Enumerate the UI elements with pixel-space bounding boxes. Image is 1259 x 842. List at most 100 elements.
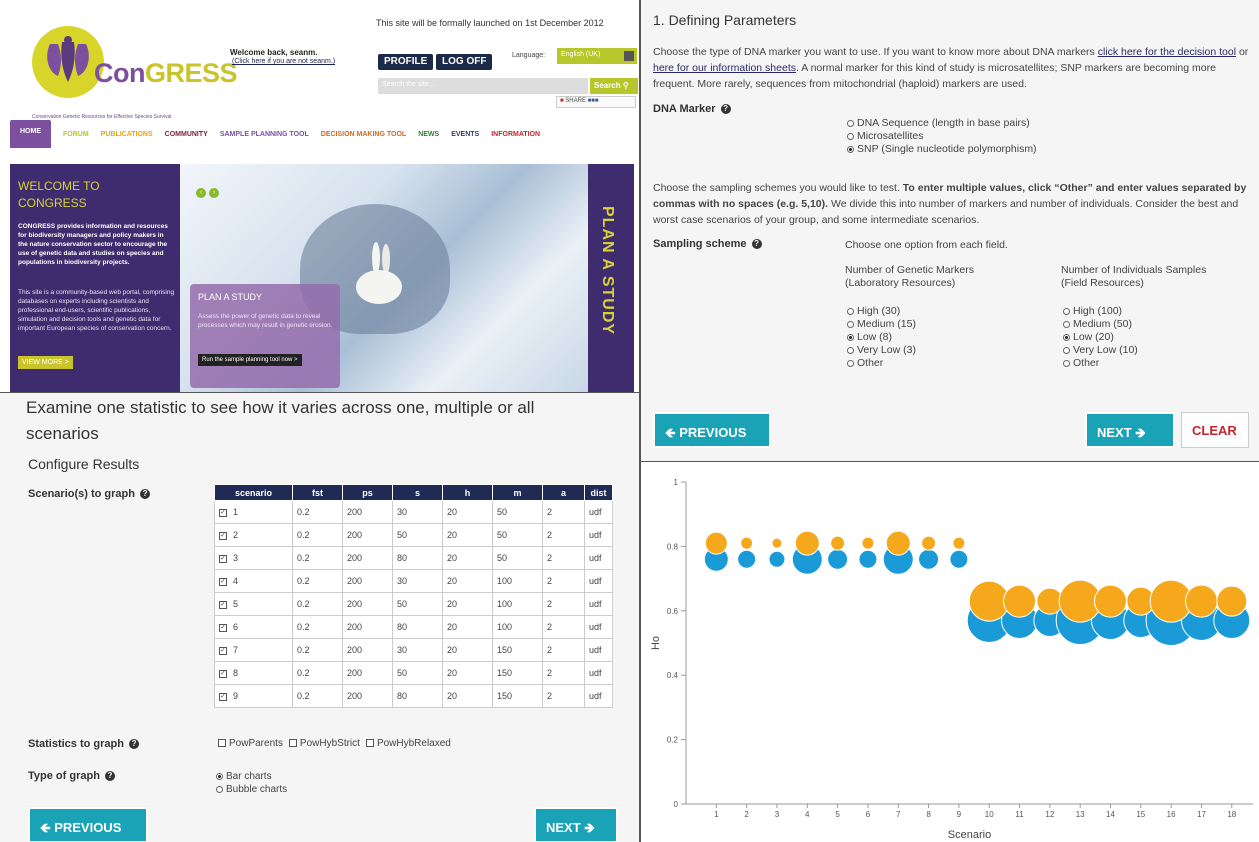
dna-marker-option[interactable]: SNP (Single nucleotide polymorphism)	[847, 143, 1037, 156]
scenario-cell[interactable]: ✓ 8	[214, 661, 293, 685]
nav-item-home[interactable]: HOME	[10, 120, 51, 148]
x-tick-label: 5	[835, 810, 840, 819]
scenario-cell[interactable]: ✓ 6	[214, 615, 293, 639]
nav-item-community[interactable]: COMMUNITY	[165, 131, 208, 138]
chevron-right-icon[interactable]: ›	[209, 188, 219, 198]
logo-wordmark: ConGRESS	[94, 58, 238, 88]
scenario-checkbox[interactable]: ✓	[219, 669, 227, 678]
help-icon[interactable]: ?	[129, 739, 140, 750]
statistic-option-powhybrelaxed[interactable]: PowHybRelaxed	[365, 738, 451, 749]
language-select[interactable]: English (UK)	[557, 48, 637, 64]
statistic-checkbox[interactable]	[365, 739, 374, 748]
x-tick-label: 18	[1227, 810, 1236, 819]
scenario-checkbox[interactable]: ✓	[219, 577, 227, 586]
search-input[interactable]: Search the site...	[378, 78, 588, 94]
markers-radio[interactable]	[847, 320, 854, 328]
graph-type-radio[interactable]	[216, 785, 223, 793]
individuals-radio[interactable]	[1063, 333, 1070, 341]
statistic-option-powhybstrict[interactable]: PowHybStrict	[288, 738, 360, 749]
individuals-radio[interactable]	[1063, 359, 1070, 367]
markers-option[interactable]: Very Low (3)	[847, 344, 916, 357]
column-header-fst[interactable]: fst	[292, 484, 343, 501]
nav-item-news[interactable]: NEWS	[418, 131, 439, 138]
scenario-checkbox[interactable]: ✓	[219, 600, 227, 609]
individuals-option[interactable]: Other	[1063, 357, 1138, 370]
help-icon[interactable]: ?	[720, 104, 731, 115]
markers-option[interactable]: Low (8)	[847, 331, 916, 344]
scenario-checkbox[interactable]: ✓	[219, 554, 227, 563]
scenario-checkbox[interactable]: ✓	[219, 646, 227, 655]
individuals-option[interactable]: High (100)	[1063, 305, 1138, 318]
column-header-scenario[interactable]: scenario	[214, 484, 293, 501]
scenario-cell[interactable]: ✓ 1	[214, 500, 293, 524]
next-button[interactable]: NEXT 🡺	[534, 807, 618, 842]
not-user-link[interactable]: (Click here if you are not seanm.)	[232, 58, 335, 65]
column-header-m[interactable]: m	[492, 484, 543, 501]
lower-bubble	[858, 549, 878, 569]
graph-type-option[interactable]: Bubble charts	[216, 783, 287, 796]
graph-type-radio[interactable]	[216, 772, 223, 780]
column-header-dist[interactable]: dist	[584, 484, 613, 501]
chevron-left-icon[interactable]: ‹	[196, 188, 206, 198]
scenario-cell[interactable]: ✓ 7	[214, 638, 293, 662]
markers-radio[interactable]	[847, 346, 854, 354]
nav-item-events[interactable]: EVENTS	[451, 131, 479, 138]
scenario-cell[interactable]: ✓ 2	[214, 523, 293, 547]
dna-marker-radio[interactable]	[847, 119, 854, 127]
nav-item-sample-planning-tool[interactable]: SAMPLE PLANNING TOOL	[220, 131, 309, 138]
nav-item-publications[interactable]: PUBLICATIONS	[101, 131, 153, 138]
dna-marker-radio[interactable]	[847, 145, 854, 153]
scenario-checkbox[interactable]: ✓	[219, 692, 227, 701]
dna-marker-option[interactable]: Microsatellites	[847, 130, 1037, 143]
view-more-button[interactable]: VIEW MORE >	[18, 356, 73, 369]
scenario-cell[interactable]: ✓ 5	[214, 592, 293, 616]
profile-button[interactable]: PROFILE	[378, 54, 434, 70]
markers-option[interactable]: High (30)	[847, 305, 916, 318]
scenario-cell[interactable]: ✓ 9	[214, 684, 293, 708]
next-button[interactable]: NEXT 🡺	[1085, 412, 1175, 448]
statistic-checkbox[interactable]	[218, 739, 226, 748]
clear-button[interactable]: CLEAR	[1181, 412, 1249, 448]
congress-logo[interactable]: ConGRESS Conservation Genetic Resources …	[28, 22, 238, 122]
statistic-option-powparents[interactable]: PowParents	[218, 738, 283, 749]
log-off-button[interactable]: LOG OFF	[436, 54, 493, 70]
scenario-checkbox[interactable]: ✓	[219, 623, 227, 632]
individuals-option[interactable]: Medium (50)	[1063, 318, 1138, 331]
scenario-checkbox[interactable]: ✓	[219, 508, 227, 517]
individuals-option[interactable]: Very Low (10)	[1063, 344, 1138, 357]
markers-option[interactable]: Medium (15)	[847, 318, 916, 331]
information-sheets-link[interactable]: here for our information sheets	[653, 62, 796, 74]
column-header-s[interactable]: s	[392, 484, 443, 501]
individuals-option[interactable]: Low (20)	[1063, 331, 1138, 344]
individuals-radio[interactable]	[1063, 320, 1070, 328]
share-button[interactable]: ■ SHARE ■■■	[556, 96, 636, 108]
individuals-radio[interactable]	[1063, 346, 1070, 354]
column-header-h[interactable]: h	[442, 484, 493, 501]
markers-option[interactable]: Other	[847, 357, 916, 370]
decision-tool-link[interactable]: click here for the decision tool	[1098, 46, 1236, 58]
nav-item-decision-making-tool[interactable]: DECISION MAKING TOOL	[321, 131, 406, 138]
nav-item-forum[interactable]: FORUM	[63, 131, 89, 138]
individuals-radio[interactable]	[1063, 307, 1070, 315]
dna-marker-radio[interactable]	[847, 132, 854, 140]
scenario-cell[interactable]: ✓ 4	[214, 569, 293, 593]
help-icon[interactable]: ?	[751, 239, 762, 250]
markers-radio[interactable]	[847, 307, 854, 315]
help-icon[interactable]: ?	[140, 489, 151, 500]
scenario-cell[interactable]: ✓ 3	[214, 546, 293, 570]
dna-marker-option[interactable]: DNA Sequence (length in base pairs)	[847, 117, 1037, 130]
column-header-a[interactable]: a	[542, 484, 585, 501]
statistic-checkbox[interactable]	[288, 739, 297, 748]
previous-button[interactable]: 🡸 PREVIOUS	[653, 412, 771, 448]
graph-type-option[interactable]: Bar charts	[216, 770, 287, 783]
markers-radio[interactable]	[847, 333, 854, 341]
nav-item-information[interactable]: INFORMATION	[491, 131, 540, 138]
column-header-ps[interactable]: ps	[342, 484, 393, 501]
scenario-checkbox[interactable]: ✓	[219, 531, 227, 540]
welcome-body: This site is a community-based web porta…	[18, 289, 175, 332]
previous-button[interactable]: 🡸 PREVIOUS	[28, 807, 148, 842]
run-planning-tool-button[interactable]: Run the sample planning tool now >	[198, 354, 302, 366]
search-button[interactable]: Search ⚲	[590, 78, 638, 94]
help-icon[interactable]: ?	[104, 771, 115, 782]
markers-radio[interactable]	[847, 359, 854, 367]
